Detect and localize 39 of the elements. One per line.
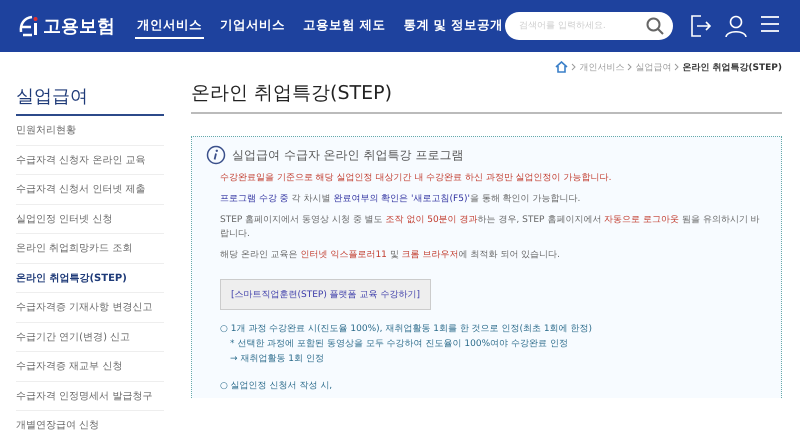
sidebar-item[interactable]: 수급자격 신청자 온라인 교육	[16, 152, 146, 167]
sidebar-title: 실업급여	[16, 84, 164, 116]
search-icon	[645, 16, 665, 36]
page-title: 온라인 취업특강(STEP)	[191, 80, 782, 114]
info-text: * 선택한 과정에 포함된 동영상을 모두 수강하여 진도율이 100%여야 수강완료 인정	[229, 338, 569, 351]
nav-tab[interactable]: 기업서비스	[218, 14, 287, 38]
nav-tab[interactable]: 고용보험 제도	[301, 14, 388, 38]
nav-tab[interactable]: 통계 및 정보공개	[401, 14, 506, 38]
sidebar-item[interactable]: 온라인 취업특강(STEP)	[16, 270, 127, 285]
sidebar-item[interactable]: 개별연장급여 신청	[16, 418, 100, 432]
info-text: → 재취업활동 1회 인정	[229, 353, 325, 366]
sidebar-item[interactable]: 수급자격 인정명세서 발급청구	[16, 388, 152, 403]
notice-title: 실업급여 수급자 온라인 취업특강 프로그램	[232, 146, 464, 164]
breadcrumb-link[interactable]: 온라인 취업특강(STEP)	[682, 60, 782, 74]
notice-paragraph: STEP 홈페이지에서 동영상 시청 중 별도 조작 없이 50분이 경과하는 경우, STEP 홈페이지에서 자동으로 로그아웃 됨을 유의하시기 바랍니다.	[220, 214, 761, 241]
notice-paragraph: 수강완료일을 기준으로 해당 실업인정 대상기간 내 수강완료 하신 과정만 실업인정이 가능합니다.	[220, 172, 612, 185]
sidebar-item[interactable]: 수급자격 신청서 인터넷 제출	[16, 182, 146, 196]
sidebar-item[interactable]: 온라인 취업희망카드 조회	[16, 241, 132, 256]
menu-icon[interactable]	[761, 15, 779, 33]
chevron-icon	[627, 63, 632, 71]
chevron-icon	[674, 63, 680, 71]
logo-text: 고용보험	[43, 15, 115, 38]
course-button[interactable]: [스마트직업훈련(STEP) 플랫폼 교육 수강하기]	[220, 279, 431, 310]
sidebar-item[interactable]: 실업인정 인터넷 신청	[16, 212, 112, 226]
user-icon[interactable]	[725, 15, 747, 37]
home-icon[interactable]	[555, 61, 568, 73]
nav-tab[interactable]: 개인서비스	[135, 14, 204, 38]
info-icon	[206, 145, 226, 165]
sidebar-item[interactable]: 수급기간 연기(변경) 신고	[16, 330, 130, 344]
sidebar-item[interactable]: 수급자격증 재교부 신청	[16, 359, 122, 374]
chevron-icon	[571, 63, 576, 71]
notice-paragraph: 해당 온라인 교육은 인터넷 익스플로러11 및 크롬 브라우저에 최적화 되어 있습니다.	[220, 249, 561, 262]
notice-paragraph: 프로그램 수강 중 각 차시별 완료여부의 확인은 '새로고침(F5)'을 통해 확인이 가능합니다.	[220, 193, 582, 206]
sidebar-item[interactable]: 수급자격증 기재사항 변경신고	[16, 300, 152, 314]
info-text: ○ 실업인정 신청서 작성 시,	[220, 380, 334, 393]
info-text: ○ 1개 과정 수강완료 시(진도율 100%), 재취업활동 1회를 한 것으로 인정(최초 1회에 한정)	[220, 323, 593, 336]
sidebar-item[interactable]: 민원처리현황	[16, 123, 76, 138]
logout-icon[interactable]	[691, 15, 711, 37]
logo-icon	[18, 14, 40, 38]
